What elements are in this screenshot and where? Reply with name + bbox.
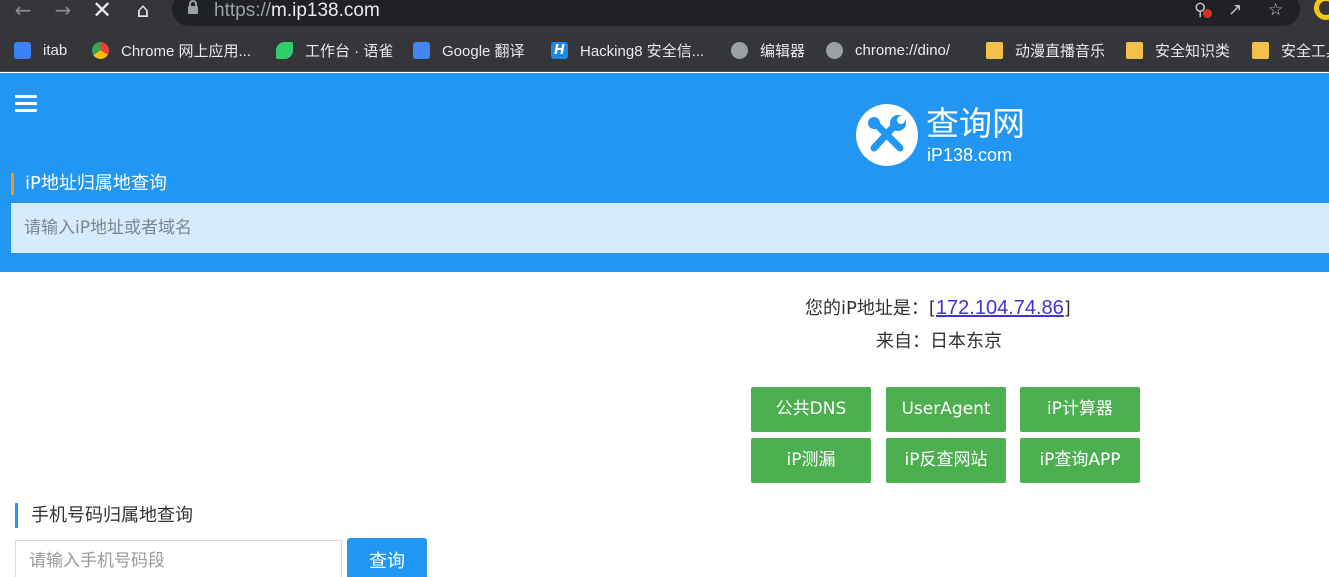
ip-calculator-button[interactable]: iP计算器	[1020, 387, 1140, 432]
bookmark-label: chrome://dino/	[855, 41, 951, 59]
url-host: m.ip138.com	[271, 0, 380, 21]
folder-icon	[1252, 41, 1269, 59]
stop-loading-icon[interactable]: ✕	[87, 0, 117, 22]
browser-toolbar: ← → ✕ ⌂ https://m.ip138.com ⚲ ↗ ☆	[0, 0, 1329, 29]
folder-icon	[1126, 41, 1143, 59]
bookmark-label: Chrome 网上应用...	[121, 42, 252, 60]
bookmark-google-translate[interactable]: Google 翻译	[413, 40, 525, 60]
bookmarks-bar: itab Chrome 网上应用... 工作台 · 语雀 Google 翻译 H…	[0, 29, 1329, 72]
share-icon[interactable]: ↗	[1228, 0, 1242, 20]
ip-query-section-title: iP地址归属地查询	[11, 173, 167, 195]
url-scheme: https://	[214, 0, 272, 21]
hamburger-menu-icon[interactable]	[15, 95, 37, 112]
bookmark-chrome-webstore[interactable]: Chrome 网上应用...	[92, 40, 251, 60]
logo-title: 查询网	[926, 104, 1025, 143]
bookmark-label: itab	[43, 41, 68, 59]
location-label: 来自：	[876, 331, 930, 352]
folder-icon	[986, 41, 1003, 59]
itab-icon	[14, 41, 31, 59]
back-arrow-icon[interactable]: ←	[8, 0, 38, 22]
chrome-webstore-icon	[92, 41, 109, 59]
bookmark-editor[interactable]: 编辑器	[731, 40, 805, 60]
ip-suffix-label: ]	[1063, 298, 1071, 319]
bookmark-label: Hacking8 安全信...	[580, 42, 705, 60]
ip-address-link[interactable]: 172.104.74.86	[936, 297, 1064, 319]
globe-icon	[826, 41, 843, 59]
bookmark-yuque[interactable]: 工作台 · 语雀	[276, 40, 393, 60]
home-icon[interactable]: ⌂	[128, 0, 158, 22]
address-bar[interactable]: https://m.ip138.com ⚲ ↗ ☆	[172, 0, 1300, 26]
globe-icon	[731, 41, 748, 59]
bookmark-hacking8[interactable]: H Hacking8 安全信...	[551, 40, 704, 60]
ip-reverse-lookup-button[interactable]: iP反查网站	[886, 438, 1006, 483]
ip-prefix-label: 您的iP地址是：[	[805, 298, 936, 319]
blocked-badge-icon	[1203, 9, 1212, 18]
yuque-icon	[276, 41, 293, 59]
phone-query-section-title: 手机号码归属地查询	[15, 503, 193, 528]
bookmark-label: 安全工具	[1281, 42, 1329, 60]
lock-icon[interactable]	[188, 0, 198, 14]
profile-avatar-icon[interactable]	[1314, 0, 1329, 20]
ip-search-input[interactable]	[11, 203, 1329, 253]
phone-number-input[interactable]	[15, 540, 342, 577]
ip-location-line: 来自：日本东京	[876, 330, 1002, 354]
bookmark-label: 工作台 · 语雀	[305, 42, 394, 60]
bookmark-star-icon[interactable]: ☆	[1268, 0, 1283, 20]
bookmark-chrome-dino[interactable]: chrome://dino/	[826, 40, 950, 60]
bookmark-label: 动漫直播音乐	[1015, 42, 1106, 60]
google-translate-icon	[413, 41, 430, 59]
bookmark-label: Google 翻译	[442, 42, 525, 60]
hacking8-icon: H	[551, 41, 568, 59]
bookmark-folder-security[interactable]: 安全知识类	[1126, 40, 1230, 60]
location-value: 日本东京	[930, 331, 1002, 352]
bookmark-label: 安全知识类	[1155, 42, 1231, 60]
useragent-button[interactable]: UserAgent	[886, 387, 1006, 432]
phone-query-button[interactable]: 查询	[347, 538, 427, 577]
ip-query-app-button[interactable]: iP查询APP	[1020, 438, 1140, 483]
public-dns-button[interactable]: 公共DNS	[751, 387, 871, 432]
your-ip-line: 您的iP地址是：[172.104.74.86]	[805, 296, 1071, 321]
bookmark-folder-anime[interactable]: 动漫直播音乐	[986, 40, 1105, 60]
site-header: 查询网 iP138.com iP地址归属地查询	[0, 73, 1329, 272]
bookmark-itab[interactable]: itab	[14, 40, 67, 60]
ip-leak-test-button[interactable]: iP测漏	[751, 438, 871, 483]
wrench-screwdriver-logo-icon	[856, 104, 918, 166]
url-text[interactable]: https://m.ip138.com	[214, 0, 380, 22]
bookmark-folder-tools[interactable]: 安全工具	[1252, 40, 1329, 60]
forward-arrow-icon[interactable]: →	[48, 0, 78, 22]
bookmark-label: 编辑器	[760, 42, 806, 60]
logo-domain: iP138.com	[927, 145, 1013, 165]
location-blocked-icon[interactable]: ⚲	[1194, 0, 1212, 20]
